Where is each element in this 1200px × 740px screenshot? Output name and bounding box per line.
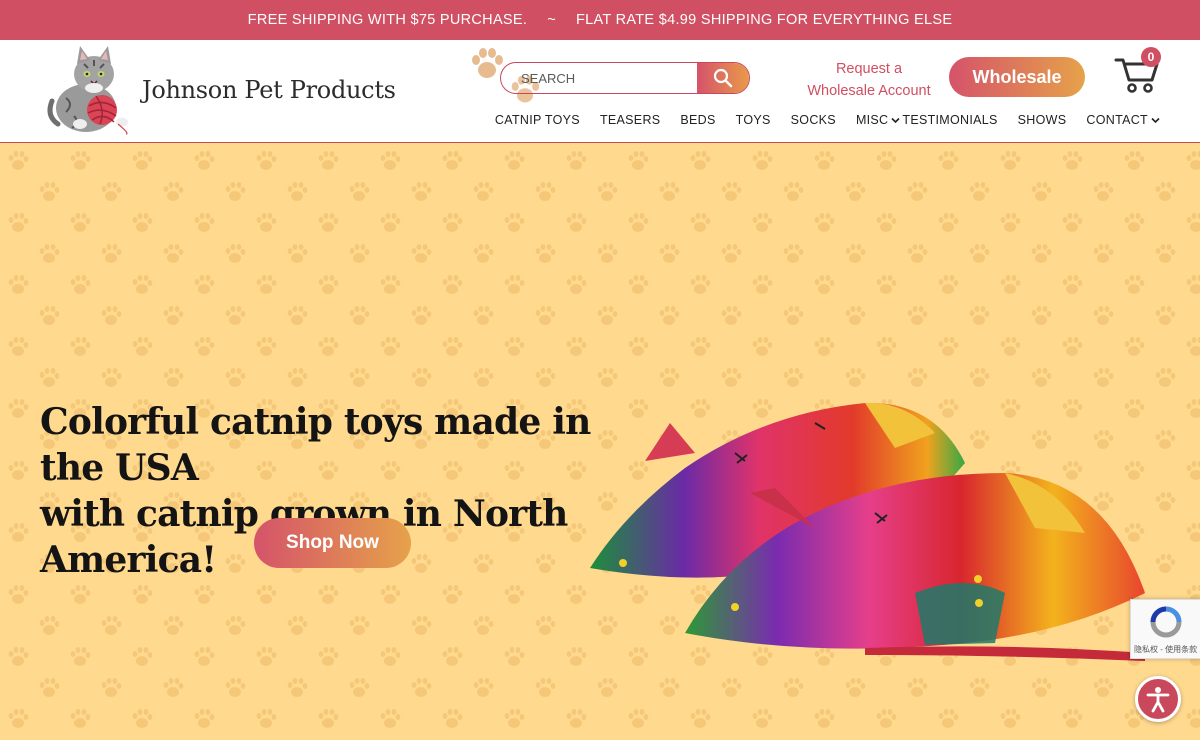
announcement-free-shipping: FREE SHIPPING WITH $75 PURCHASE. <box>247 12 528 28</box>
accessibility-icon <box>1146 687 1170 713</box>
nav-contact[interactable]: CONTACT <box>1086 113 1160 127</box>
nav-teasers[interactable]: TEASERS <box>600 113 660 127</box>
nav-shows[interactable]: SHOWS <box>1018 113 1067 127</box>
cat-logo-icon <box>47 46 128 135</box>
recaptcha-badge[interactable]: 隐私权 - 使用条款 <box>1130 599 1200 659</box>
request-wholesale-account-link[interactable]: Request a Wholesale Account <box>796 58 942 102</box>
chevron-down-icon <box>891 117 900 123</box>
nav-label: TEASERS <box>599 113 661 127</box>
accessibility-button[interactable] <box>1135 676 1181 722</box>
hero-banner: Colorful catnip toys made in the USA wit… <box>0 143 1200 740</box>
nav-label: CATNIP TOYS <box>494 113 580 127</box>
brand-name[interactable]: Johnson Pet Products <box>142 76 396 104</box>
catnip-toy-image <box>590 402 1145 661</box>
search-input[interactable] <box>501 63 697 93</box>
search-button[interactable] <box>697 63 749 93</box>
announcement-flat-rate: FLAT RATE $4.99 SHIPPING FOR EVERYTHING … <box>575 12 953 28</box>
headline-line-1: Colorful catnip toys made in the USA <box>40 401 591 489</box>
nav-testimonials[interactable]: TESTIMONIALS <box>902 113 997 127</box>
announcement-separator: ~ <box>547 12 556 28</box>
search-icon <box>713 68 733 88</box>
recaptcha-text[interactable]: 隐私权 - 使用条款 <box>1134 644 1197 655</box>
wholesale-button[interactable]: Wholesale <box>949 57 1085 97</box>
nav-catnip-toys[interactable]: CATNIP TOYS <box>495 113 580 127</box>
paw-icon <box>472 48 503 78</box>
main-nav: CATNIP TOYS TEASERS BEDS TOYS SOCKS MISC… <box>475 113 1160 127</box>
nav-label: TOYS <box>735 113 771 127</box>
cart-count-badge: 0 <box>1141 47 1161 67</box>
recaptcha-icon <box>1150 606 1182 638</box>
nav-beds[interactable]: BEDS <box>680 113 715 127</box>
announcement-bar: FREE SHIPPING WITH $75 PURCHASE. ~ FLAT … <box>0 0 1200 40</box>
site-header: Johnson Pet Products Request a <box>0 40 1200 143</box>
chevron-down-icon <box>1151 117 1160 123</box>
shop-now-button[interactable]: Shop Now <box>254 518 411 568</box>
nav-toys[interactable]: TOYS <box>736 113 771 127</box>
request-line-2: Wholesale Account <box>807 83 931 99</box>
nav-label: SOCKS <box>790 113 836 127</box>
nav-label: BEDS <box>680 113 716 127</box>
request-line-1: Request a <box>835 61 903 77</box>
nav-label: TESTIMONIALS <box>902 113 998 127</box>
search-bar <box>500 62 750 94</box>
nav-label: SHOWS <box>1017 113 1067 127</box>
nav-label: MISC <box>855 113 889 127</box>
nav-misc[interactable]: MISC <box>856 113 900 127</box>
nav-socks[interactable]: SOCKS <box>791 113 836 127</box>
nav-label: CONTACT <box>1086 113 1148 127</box>
